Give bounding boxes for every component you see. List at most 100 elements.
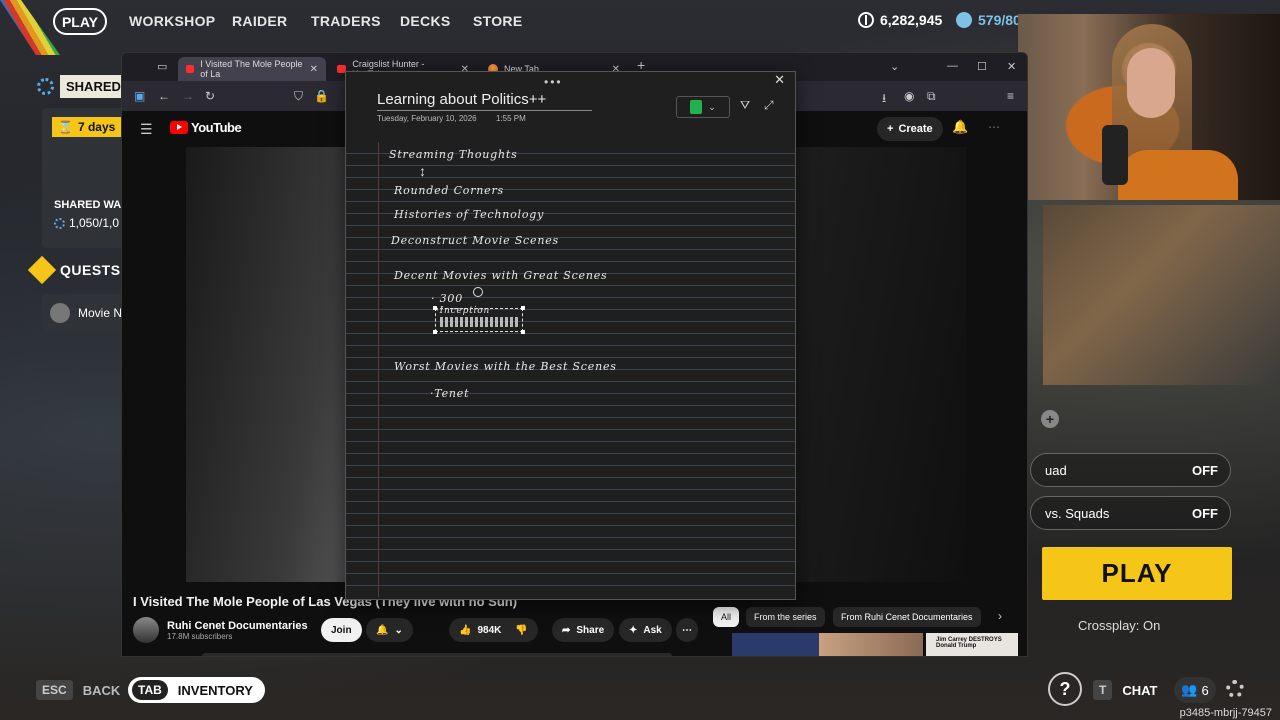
extensions-icon[interactable]: ⧉ xyxy=(927,89,936,104)
add-icon[interactable]: + xyxy=(1041,410,1059,428)
ask-label: Ask xyxy=(643,624,662,636)
pen-picker[interactable]: ⌄ xyxy=(676,96,730,118)
tab-list-icon[interactable]: ▭ xyxy=(157,60,167,73)
minimize-button[interactable]: — xyxy=(947,60,958,72)
microphone xyxy=(1102,125,1128,185)
chip-from-channel[interactable]: From Ruhi Cenet Documentaries xyxy=(833,607,981,627)
youtube-play-icon xyxy=(170,121,188,134)
chat-key: T xyxy=(1093,680,1113,700)
chat-control[interactable]: T CHAT xyxy=(1093,680,1157,700)
coins-display: 6,282,945 xyxy=(858,12,942,28)
resize-handle[interactable] xyxy=(521,306,525,310)
ask-button[interactable]: ✦ Ask xyxy=(619,618,672,642)
create-label: Create xyxy=(898,123,933,135)
sidebar-icon[interactable]: ▣ xyxy=(134,89,145,103)
webcam-jacket xyxy=(1118,150,1238,200)
resize-handle[interactable] xyxy=(433,306,437,310)
reload-icon[interactable]: ↻ xyxy=(205,89,215,103)
help-button[interactable]: ? xyxy=(1048,672,1082,706)
like-button[interactable]: 👍 984K 👎 xyxy=(449,618,538,642)
coins-value: 6,282,945 xyxy=(880,12,943,28)
note-line: Worst Movies with the Best Scenes xyxy=(394,360,617,373)
note-line: ·Tenet xyxy=(430,387,470,400)
maximize-button[interactable]: ☐ xyxy=(977,60,987,73)
youtube-logo[interactable]: YouTube xyxy=(170,120,242,135)
quest-item[interactable]: Movie N xyxy=(42,294,124,332)
more-icon[interactable]: ⋯ xyxy=(988,120,1000,134)
green-pen-icon xyxy=(690,100,703,114)
resize-handle[interactable] xyxy=(433,330,437,334)
nav-play-button[interactable]: PLAY xyxy=(53,8,107,35)
sparkle-icon: ✦ xyxy=(629,624,638,636)
close-icon[interactable]: ✕ xyxy=(310,64,318,75)
download-icon[interactable]: ⭳ xyxy=(882,89,886,110)
video-thumbnail[interactable] xyxy=(732,633,822,656)
chevron-right-icon[interactable]: › xyxy=(998,609,1002,623)
tab-title: I Visited The Mole People of La xyxy=(200,59,303,79)
shield-icon[interactable]: ⛉ xyxy=(294,89,303,104)
tab-youtube-mole[interactable]: I Visited The Mole People of La ✕ xyxy=(178,57,326,81)
friends-button[interactable]: 👥 6 xyxy=(1174,677,1216,703)
quests-icon xyxy=(27,255,57,285)
channel-name[interactable]: Ruhi Cenet Documentaries xyxy=(167,620,308,632)
chip-from-series[interactable]: From the series xyxy=(746,607,825,627)
chevron-down-icon: ⌄ xyxy=(708,101,716,112)
nav-decks[interactable]: DECKS xyxy=(400,13,451,29)
rotate-handle-icon[interactable] xyxy=(473,287,483,297)
shared-count-value: 1,050/1,0 xyxy=(69,216,120,230)
back-control[interactable]: ESC BACK xyxy=(36,680,120,700)
highlighter-icon[interactable]: ⛛ xyxy=(740,98,750,113)
inventory-button[interactable]: TAB INVENTORY xyxy=(128,677,265,703)
arrow-icon: ↕ xyxy=(419,163,426,179)
right-scene-image xyxy=(1043,205,1280,385)
chip-all[interactable]: All xyxy=(713,607,740,627)
account-icon[interactable]: ◉ xyxy=(904,89,914,103)
thumbs-up-icon: 👍 xyxy=(459,624,472,636)
drag-handle-icon[interactable]: ••• xyxy=(544,75,563,89)
inventory-label: INVENTORY xyxy=(177,682,253,698)
note-line: Deconstruct Movie Scenes xyxy=(391,234,559,247)
people-icon: 👥 xyxy=(1181,682,1198,697)
description-preview[interactable] xyxy=(202,653,672,656)
play-button[interactable]: PLAY xyxy=(1042,547,1232,600)
crossplay-status: Crossplay: On xyxy=(1078,618,1161,633)
note-line: Rounded Corners xyxy=(394,184,504,197)
nav-raider[interactable]: RAIDER xyxy=(232,13,287,29)
squad-toggle[interactable]: uad OFF xyxy=(1030,453,1231,487)
thumbs-down-icon: 👎 xyxy=(515,624,528,636)
menu-icon[interactable]: ≡ xyxy=(1007,89,1014,103)
plus-icon: + xyxy=(887,123,894,135)
close-window-button[interactable]: ✕ xyxy=(1007,60,1016,73)
settings-icon[interactable] xyxy=(1226,680,1244,698)
join-button[interactable]: Join xyxy=(321,618,362,642)
margin-line xyxy=(378,142,379,597)
close-icon[interactable]: ✕ xyxy=(774,72,785,88)
forward-arrow-icon[interactable]: → xyxy=(182,89,194,103)
nav-traders[interactable]: TRADERS xyxy=(311,13,381,29)
more-actions-button[interactable]: ⋯ xyxy=(676,618,698,642)
share-button[interactable]: ➦ Share xyxy=(552,618,615,642)
back-arrow-icon[interactable]: ← xyxy=(158,89,170,103)
hamburger-icon[interactable]: ☰ xyxy=(140,121,153,138)
create-button[interactable]: + Create xyxy=(877,117,943,141)
notification-bell-button[interactable]: 🔔 ⌄ xyxy=(366,618,413,642)
vs-squads-toggle[interactable]: vs. Squads OFF xyxy=(1030,496,1231,530)
gear-icon xyxy=(54,217,65,229)
player-id: p3485-mbrjj-79457 xyxy=(1179,707,1272,719)
squad-value: OFF xyxy=(1192,462,1218,478)
back-label: BACK xyxy=(82,682,121,698)
nav-store[interactable]: STORE xyxy=(473,13,522,29)
gear-icon xyxy=(37,78,54,95)
ink-selection[interactable] xyxy=(433,306,525,334)
resize-handle[interactable] xyxy=(521,330,525,334)
chevron-down-icon[interactable]: ⌄ xyxy=(890,60,899,73)
video-thumbnail[interactable] xyxy=(819,633,923,656)
bell-icon[interactable]: 🔔 xyxy=(952,119,968,135)
channel-avatar[interactable] xyxy=(133,617,159,643)
video-thumbnail[interactable]: Jim Carrey DESTROYS Donald Trump xyxy=(926,633,1018,656)
like-count: 984K xyxy=(477,624,502,636)
expand-icon[interactable]: ⤢ xyxy=(764,98,774,113)
page-title[interactable]: Learning about Politics++ xyxy=(377,91,546,108)
nav-workshop[interactable]: WORKSHOP xyxy=(129,13,215,29)
vs-squads-value: OFF xyxy=(1192,505,1218,521)
